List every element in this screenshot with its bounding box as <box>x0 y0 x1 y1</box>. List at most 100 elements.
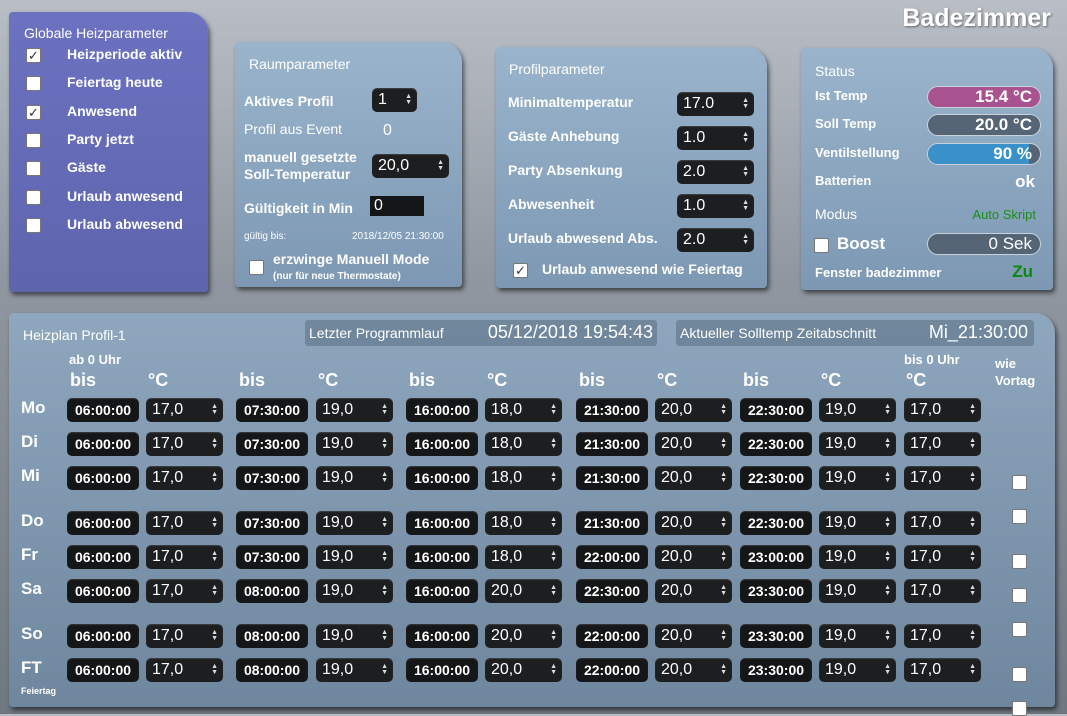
temp-select[interactable]: 19,0 ▲ ▼ <box>316 398 393 422</box>
temp-select[interactable]: 17,0 ▲ ▼ <box>904 466 981 490</box>
time-input[interactable]: 22:00:00 <box>576 545 648 569</box>
time-input[interactable]: 21:30:00 <box>576 432 648 456</box>
temp-select[interactable]: 17,0 ▲ ▼ <box>146 545 223 569</box>
time-input[interactable]: 06:00:00 <box>67 466 139 490</box>
temp-select[interactable]: 20,0 ▲ ▼ <box>655 624 732 648</box>
time-input[interactable]: 08:00:00 <box>236 658 308 682</box>
temp-select[interactable]: 17,0 ▲ ▼ <box>146 579 223 603</box>
same-as-prev-checkbox[interactable] <box>1012 554 1027 569</box>
time-input[interactable]: 16:00:00 <box>406 398 478 422</box>
time-input[interactable]: 22:00:00 <box>576 658 648 682</box>
force-manual-checkbox[interactable] <box>249 260 264 275</box>
temp-select[interactable]: 18,0 ▲ ▼ <box>485 466 562 490</box>
time-input[interactable]: 16:00:00 <box>406 432 478 456</box>
global-checkbox[interactable]: ✓ <box>26 104 41 120</box>
temp-select[interactable]: 19,0 ▲ ▼ <box>819 398 896 422</box>
profile-param-select[interactable]: 1.0 ▲ ▼ <box>677 126 754 150</box>
global-checkbox[interactable] <box>26 161 41 177</box>
temp-select[interactable]: 19,0 ▲ ▼ <box>819 432 896 456</box>
same-as-prev-checkbox[interactable] <box>1012 667 1027 682</box>
temp-select[interactable]: 19,0 ▲ ▼ <box>819 624 896 648</box>
temp-select[interactable]: 20,0 ▲ ▼ <box>655 466 732 490</box>
time-input[interactable]: 08:00:00 <box>236 579 308 603</box>
time-input[interactable]: 16:00:00 <box>406 545 478 569</box>
time-input[interactable]: 16:00:00 <box>406 511 478 535</box>
same-as-prev-checkbox[interactable] <box>1012 622 1027 637</box>
validity-input[interactable]: 0 <box>370 196 424 216</box>
temp-select[interactable]: 19,0 ▲ ▼ <box>316 579 393 603</box>
temp-select[interactable]: 18,0 ▲ ▼ <box>485 545 562 569</box>
time-input[interactable]: 06:00:00 <box>67 579 139 603</box>
global-checkbox[interactable] <box>26 132 41 148</box>
temp-select[interactable]: 17,0 ▲ ▼ <box>904 658 981 682</box>
temp-select[interactable]: 17,0 ▲ ▼ <box>146 466 223 490</box>
temp-select[interactable]: 17,0 ▲ ▼ <box>146 511 223 535</box>
temp-select[interactable]: 20,0 ▲ ▼ <box>655 658 732 682</box>
time-input[interactable]: 22:30:00 <box>740 511 812 535</box>
temp-select[interactable]: 19,0 ▲ ▼ <box>316 545 393 569</box>
time-input[interactable]: 08:00:00 <box>236 624 308 648</box>
time-input[interactable]: 23:30:00 <box>740 658 812 682</box>
time-input[interactable]: 06:00:00 <box>67 511 139 535</box>
temp-select[interactable]: 20,0 ▲ ▼ <box>655 432 732 456</box>
temp-select[interactable]: 17,0 ▲ ▼ <box>904 432 981 456</box>
global-checkbox[interactable] <box>26 217 41 233</box>
time-input[interactable]: 21:30:00 <box>576 398 648 422</box>
temp-select[interactable]: 19,0 ▲ ▼ <box>819 466 896 490</box>
temp-select[interactable]: 18,0 ▲ ▼ <box>485 398 562 422</box>
manual-temp-select[interactable]: 20,0 ▲ ▼ <box>372 154 449 178</box>
same-as-prev-checkbox[interactable] <box>1012 509 1027 524</box>
time-input[interactable]: 06:00:00 <box>67 432 139 456</box>
time-input[interactable]: 16:00:00 <box>406 579 478 603</box>
temp-select[interactable]: 18,0 ▲ ▼ <box>485 511 562 535</box>
time-input[interactable]: 07:30:00 <box>236 466 308 490</box>
time-input[interactable]: 07:30:00 <box>236 545 308 569</box>
boost-checkbox[interactable] <box>814 238 829 253</box>
temp-select[interactable]: 20,0 ▲ ▼ <box>655 545 732 569</box>
temp-select[interactable]: 19,0 ▲ ▼ <box>316 432 393 456</box>
profile-param-select[interactable]: 2.0 ▲ ▼ <box>677 160 754 184</box>
profile-param-select[interactable]: 17.0 ▲ ▼ <box>677 92 754 116</box>
temp-select[interactable]: 17,0 ▲ ▼ <box>146 624 223 648</box>
profile-param-select[interactable]: 1.0 ▲ ▼ <box>677 194 754 218</box>
time-input[interactable]: 23:30:00 <box>740 624 812 648</box>
temp-select[interactable]: 17,0 ▲ ▼ <box>904 511 981 535</box>
temp-select[interactable]: 20,0 ▲ ▼ <box>485 579 562 603</box>
time-input[interactable]: 06:00:00 <box>67 658 139 682</box>
temp-select[interactable]: 17,0 ▲ ▼ <box>146 398 223 422</box>
temp-select[interactable]: 19,0 ▲ ▼ <box>819 511 896 535</box>
temp-select[interactable]: 17,0 ▲ ▼ <box>904 624 981 648</box>
global-checkbox[interactable] <box>26 189 41 205</box>
time-input[interactable]: 16:00:00 <box>406 466 478 490</box>
temp-select[interactable]: 19,0 ▲ ▼ <box>316 466 393 490</box>
global-checkbox[interactable] <box>26 76 41 92</box>
temp-select[interactable]: 18,0 ▲ ▼ <box>485 432 562 456</box>
time-input[interactable]: 06:00:00 <box>67 624 139 648</box>
time-input[interactable]: 22:00:00 <box>576 624 648 648</box>
time-input[interactable]: 22:30:00 <box>740 432 812 456</box>
time-input[interactable]: 06:00:00 <box>67 545 139 569</box>
temp-select[interactable]: 19,0 ▲ ▼ <box>316 658 393 682</box>
temp-select[interactable]: 17,0 ▲ ▼ <box>146 658 223 682</box>
temp-select[interactable]: 20,0 ▲ ▼ <box>655 398 732 422</box>
global-checkbox[interactable]: ✓ <box>26 48 41 63</box>
time-input[interactable]: 22:30:00 <box>576 579 648 603</box>
temp-select[interactable]: 19,0 ▲ ▼ <box>316 624 393 648</box>
time-input[interactable]: 21:30:00 <box>576 511 648 535</box>
time-input[interactable]: 06:00:00 <box>67 398 139 422</box>
time-input[interactable]: 23:00:00 <box>740 545 812 569</box>
holiday-checkbox[interactable]: ✓ <box>513 263 528 278</box>
temp-select[interactable]: 19,0 ▲ ▼ <box>819 545 896 569</box>
same-as-prev-checkbox[interactable] <box>1012 588 1027 603</box>
temp-select[interactable]: 17,0 ▲ ▼ <box>904 579 981 603</box>
time-input[interactable]: 16:00:00 <box>406 624 478 648</box>
temp-select[interactable]: 19,0 ▲ ▼ <box>819 579 896 603</box>
temp-select[interactable]: 17,0 ▲ ▼ <box>904 545 981 569</box>
active-profile-select[interactable]: 1 ▲ ▼ <box>372 88 417 112</box>
time-input[interactable]: 07:30:00 <box>236 511 308 535</box>
time-input[interactable]: 16:00:00 <box>406 658 478 682</box>
temp-select[interactable]: 20,0 ▲ ▼ <box>655 579 732 603</box>
temp-select[interactable]: 17,0 ▲ ▼ <box>904 398 981 422</box>
temp-select[interactable]: 20,0 ▲ ▼ <box>655 511 732 535</box>
temp-select[interactable]: 20,0 ▲ ▼ <box>485 658 562 682</box>
